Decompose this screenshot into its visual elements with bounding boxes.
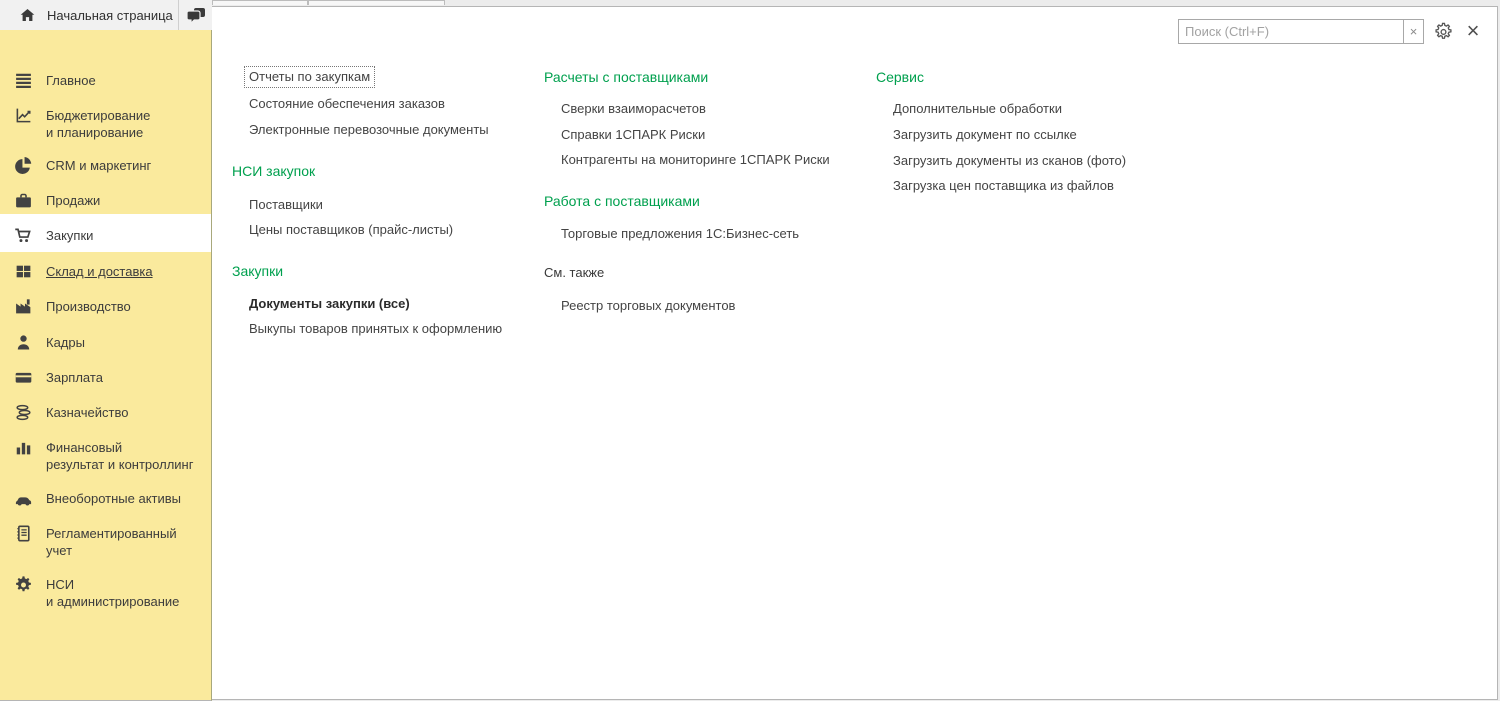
group-header-rabota: Работа с поставщиками (544, 192, 700, 210)
sidebar-item-label: Бюджетирование и планирование (46, 107, 211, 141)
factory-icon (14, 297, 33, 316)
link-spravki-1spark[interactable]: Справки 1СПАРК Риски (561, 126, 705, 143)
sidebar-item-label: Продажи (46, 192, 211, 209)
sidebar-item-reglament[interactable]: Регламентированный учет (0, 525, 211, 559)
sidebar-item-label: Закупки (46, 227, 211, 244)
sidebar-item-kadry[interactable]: Кадры (0, 334, 211, 351)
money-card-icon (14, 368, 33, 387)
link-vykupy-tovarov[interactable]: Выкупы товаров принятых к оформлению (249, 320, 502, 337)
settings-button[interactable] (1430, 18, 1456, 44)
group-header-servis: Сервис (876, 68, 924, 86)
link-tseny-postavshchikov[interactable]: Цены поставщиков (прайс-листы) (249, 221, 453, 238)
sidebar-item-finrezultat[interactable]: Финансовый результат и контроллинг (0, 439, 211, 473)
link-sostoyanie-obespecheniya[interactable]: Состояние обеспечения заказов (249, 95, 445, 112)
sidebar-item-prodazhi[interactable]: Продажи (0, 192, 211, 209)
background-tab-top (308, 0, 445, 5)
link-elektronnye-perevozochnye[interactable]: Электронные перевозочные документы (249, 121, 489, 138)
pie-chart-icon (14, 156, 33, 175)
group-header-zakupki: Закупки (232, 262, 283, 280)
link-zagruzka-tsen-postavshchika[interactable]: Загрузка цен поставщика из файлов (893, 177, 1114, 194)
sidebar-item-label: Производство (46, 298, 211, 315)
link-reestr-torgovyh-dokumentov[interactable]: Реестр торговых документов (561, 297, 735, 314)
search-input[interactable] (1178, 19, 1404, 44)
discussions-button[interactable] (180, 0, 212, 30)
sidebar-item-label: Кадры (46, 334, 211, 351)
chat-icon (186, 6, 207, 25)
tab-home-page[interactable]: Начальная страница (0, 0, 178, 30)
group-header-nsi-zakupok: НСИ закупок (232, 162, 315, 180)
sidebar-item-label: НСИ и администрирование (46, 576, 211, 610)
link-postavshchiki[interactable]: Поставщики (249, 196, 323, 213)
ledger-icon (14, 524, 33, 543)
gear-icon (1434, 22, 1453, 41)
tab-separator (178, 0, 179, 30)
top-bar: Начальная страница (0, 0, 212, 30)
link-zagruzit-dokument-po-ssylke[interactable]: Загрузить документ по ссылке (893, 126, 1077, 143)
link-sverki-vzaimoraschetov[interactable]: Сверки взаиморасчетов (561, 100, 706, 117)
planning-chart-icon (14, 106, 33, 125)
cart-icon (14, 226, 33, 245)
link-kontragenty-monitoring[interactable]: Контрагенты на мониторинге 1СПАРК Риски (561, 151, 830, 168)
sidebar-item-label: Склад и доставка (46, 263, 211, 280)
sidebar-item-label: Финансовый результат и контроллинг (46, 439, 211, 473)
group-header-raschety: Расчеты с поставщиками (544, 68, 708, 86)
sidebar-item-label: Внеоборотные активы (46, 490, 211, 507)
group-header-see-also: См. также (544, 264, 604, 281)
sidebar-item-zarplata[interactable]: Зарплата (0, 369, 211, 386)
sidebar-item-label: Зарплата (46, 369, 211, 386)
close-panel-button[interactable]: × (1460, 18, 1486, 44)
clear-x-icon: × (1410, 24, 1418, 39)
sidebar-item-proizvodstvo[interactable]: Производство (0, 298, 211, 315)
close-x-icon: × (1467, 18, 1480, 44)
sidebar-item-label: CRM и маркетинг (46, 157, 211, 174)
sidebar-item-vneoborotnye[interactable]: Внеоборотные активы (0, 490, 211, 507)
home-icon (19, 7, 36, 24)
sidebar-item-nsi-admin[interactable]: НСИ и администрирование (0, 576, 211, 610)
link-otchety-po-zakupkam[interactable]: Отчеты по закупкам (244, 66, 375, 88)
link-dokumenty-zakupki[interactable]: Документы закупки (все) (249, 295, 410, 312)
sidebar-item-label: Главное (46, 72, 211, 89)
sidebar-item-label: Казначейство (46, 404, 211, 421)
warehouse-grid-icon (14, 262, 33, 281)
sidebar-item-sklad[interactable]: Склад и доставка (0, 263, 211, 280)
link-zagruzit-dokumenty-iz-skanov[interactable]: Загрузить документы из сканов (фото) (893, 152, 1126, 169)
bar-chart-icon (14, 438, 33, 457)
sidebar-item-label: Регламентированный учет (46, 525, 211, 559)
sidebar-item-zakupki[interactable]: Закупки (0, 227, 211, 244)
coins-icon (14, 403, 33, 422)
car-icon (14, 489, 33, 508)
sidebar-item-glavnoe[interactable]: Главное (0, 72, 211, 89)
link-dopolnitelnye-obrabotki[interactable]: Дополнительные обработки (893, 100, 1062, 117)
sidebar-item-byudzhetirovanie[interactable]: Бюджетирование и планирование (0, 107, 211, 141)
link-torgovye-predlozheniya[interactable]: Торговые предложения 1С:Бизнес-сеть (561, 225, 799, 242)
sidebar-item-crm[interactable]: CRM и маркетинг (0, 157, 211, 174)
sidebar-item-kaznacheystvo[interactable]: Казначейство (0, 404, 211, 421)
background-tab-top (212, 0, 308, 5)
tab-home-label: Начальная страница (47, 8, 173, 23)
briefcase-icon (14, 191, 33, 210)
gear-icon (14, 575, 33, 594)
sections-sidebar: Главное Бюджетирование и планирование CR… (0, 30, 212, 701)
search-clear-button[interactable]: × (1403, 19, 1424, 44)
person-icon (14, 333, 33, 352)
menu-icon (14, 71, 33, 90)
